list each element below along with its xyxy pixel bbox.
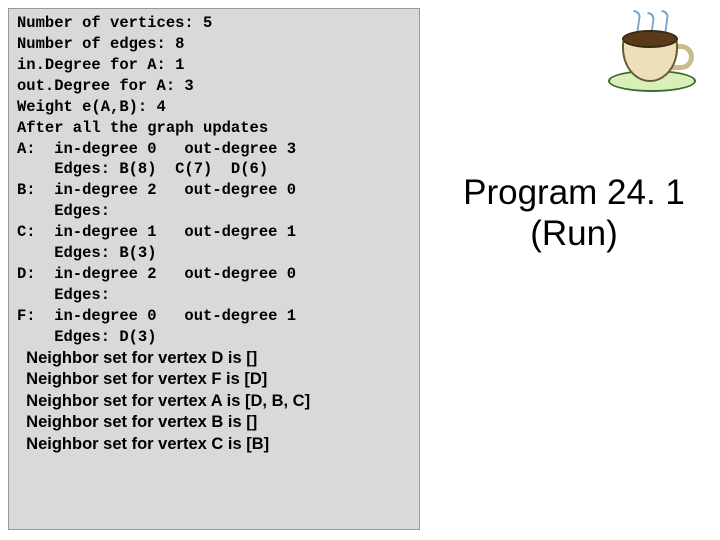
output-line: Edges: B(8) C(7) D(6)	[17, 159, 411, 180]
neighbor-line: Neighbor set for vertex A is [D, B, C]	[17, 391, 411, 412]
output-line: Weight e(A,B): 4	[17, 97, 411, 118]
output-line: Number of edges: 8	[17, 34, 411, 55]
output-line: A: in-degree 0 out-degree 3	[17, 139, 411, 160]
output-line: Edges:	[17, 285, 411, 306]
steam-icon	[630, 10, 641, 32]
output-line: D: in-degree 2 out-degree 0	[17, 264, 411, 285]
neighbor-line: Neighbor set for vertex F is [D]	[17, 369, 411, 390]
neighbor-line: Neighbor set for vertex D is []	[17, 348, 411, 369]
neighbor-line: Neighbor set for vertex C is [B]	[17, 434, 411, 455]
title-line-2: (Run)	[438, 213, 710, 254]
steam-icon	[658, 10, 669, 32]
neighbor-line: Neighbor set for vertex B is []	[17, 412, 411, 433]
output-line: out.Degree for A: 3	[17, 76, 411, 97]
cup-rim-icon	[622, 30, 678, 48]
output-line: Edges: D(3)	[17, 327, 411, 348]
output-line: in.Degree for A: 1	[17, 55, 411, 76]
output-line: F: in-degree 0 out-degree 1	[17, 306, 411, 327]
output-line: After all the graph updates	[17, 118, 411, 139]
program-output-box: Number of vertices: 5 Number of edges: 8…	[8, 8, 420, 530]
slide-title: Program 24. 1 (Run)	[438, 172, 710, 255]
output-line: Edges: B(3)	[17, 243, 411, 264]
coffee-cup-icon	[602, 10, 702, 106]
output-line: Edges:	[17, 201, 411, 222]
output-line: B: in-degree 2 out-degree 0	[17, 180, 411, 201]
output-line: C: in-degree 1 out-degree 1	[17, 222, 411, 243]
title-line-1: Program 24. 1	[438, 172, 710, 213]
output-line: Number of vertices: 5	[17, 13, 411, 34]
